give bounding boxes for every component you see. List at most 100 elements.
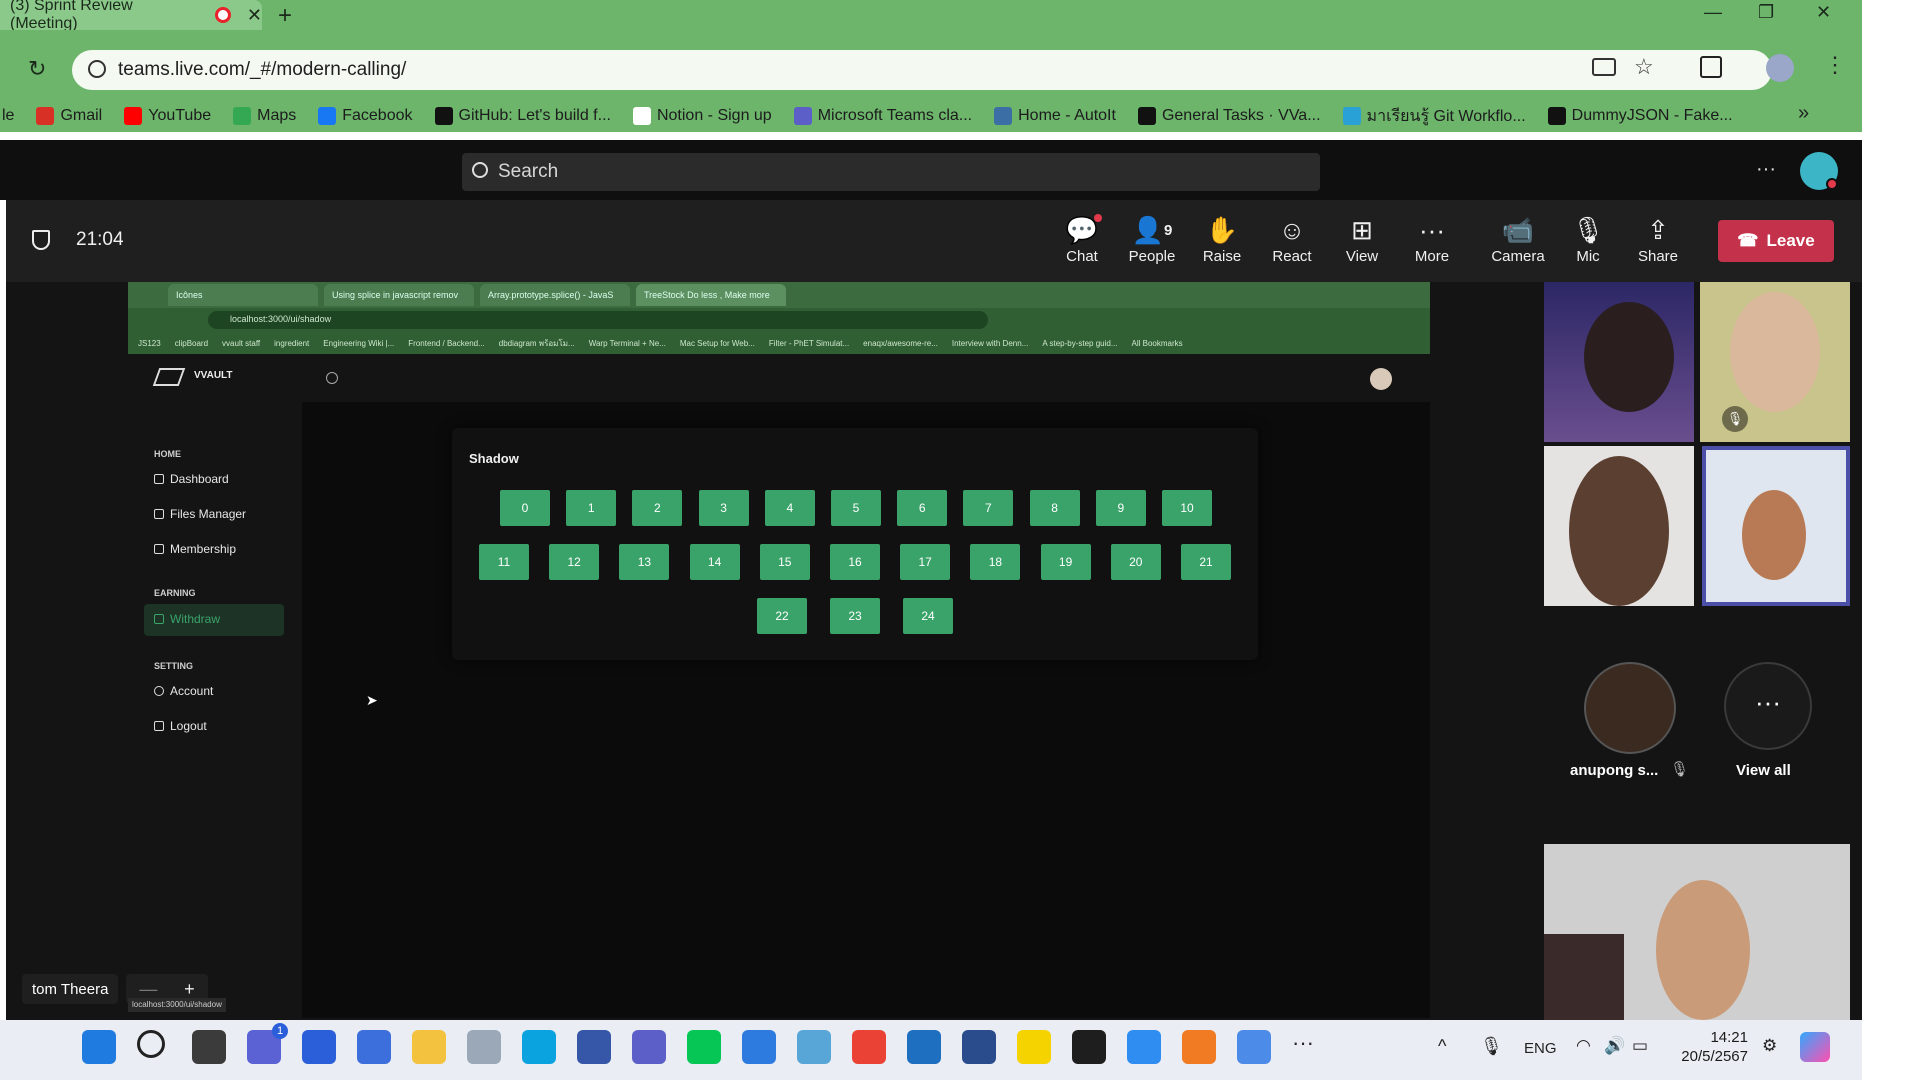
bookmark-item[interactable]: Microsoft Teams cla... (793, 107, 972, 125)
app-icon[interactable] (1182, 1030, 1216, 1064)
bookmark-item[interactable]: Maps (233, 107, 296, 125)
bookmark-item[interactable]: Notion - Sign up (632, 107, 772, 125)
control-react[interactable]: ☺ React (1260, 212, 1324, 276)
zoom-in-button[interactable]: + (184, 979, 195, 1000)
terminal-icon[interactable] (577, 1030, 611, 1064)
bookmark-item[interactable]: Facebook (318, 107, 413, 125)
bookmark-item[interactable]: GitHub: Let's build f... (434, 107, 611, 125)
bookmark-star-icon[interactable]: ☆ (1634, 54, 1654, 80)
battery-icon[interactable]: ▭ (1632, 1036, 1648, 1056)
url-text: teams.live.com/_#/modern-calling/ (118, 59, 407, 80)
app-avatar[interactable] (1370, 368, 1392, 390)
xcode-icon[interactable] (1017, 1030, 1051, 1064)
clock-time: 14:21 (1710, 1029, 1748, 1046)
status-dot-icon (1826, 178, 1838, 190)
line-icon[interactable] (687, 1030, 721, 1064)
minimize-icon[interactable]: — (1704, 2, 1722, 23)
presenter-label: tom Theera (22, 974, 119, 1004)
restore-icon[interactable]: ❐ (1758, 2, 1774, 23)
shadow-box: 2 (632, 490, 683, 526)
more-apps-icon[interactable]: ··· (1292, 1030, 1326, 1064)
bookmark-item[interactable]: General Tasks · VVa... (1137, 107, 1321, 125)
control-people[interactable]: 👤 9 People (1120, 212, 1184, 276)
participant-tile-2[interactable]: 🎙 (1700, 282, 1850, 442)
user-avatar[interactable] (1800, 152, 1838, 190)
bookmark-item[interactable]: Home - AutoIt (994, 107, 1116, 125)
camera-app-icon[interactable] (467, 1030, 501, 1064)
windows-start-icon[interactable] (82, 1030, 116, 1064)
taskbar-search-icon[interactable] (137, 1030, 165, 1058)
tray-chevron-icon[interactable]: ^ (1438, 1036, 1446, 1057)
close-tab-icon[interactable]: ✕ (247, 5, 262, 26)
control-raise[interactable]: ✋ Raise (1190, 212, 1254, 276)
edge-icon[interactable] (522, 1030, 556, 1064)
participant-name: anupong s... (1570, 762, 1659, 779)
file-explorer-icon[interactable] (412, 1030, 446, 1064)
search-input[interactable]: Search (462, 153, 1320, 191)
close-window-icon[interactable]: ✕ (1816, 2, 1831, 23)
browser-menu-icon[interactable]: ⋮ (1824, 52, 1846, 78)
sidebar-item-logout[interactable]: Logout (154, 719, 207, 733)
participant-video-frame (1706, 450, 1846, 602)
site-info-icon[interactable] (88, 60, 106, 78)
control-more[interactable]: ··· More (1400, 212, 1464, 276)
remote-desktop-icon[interactable] (962, 1030, 996, 1064)
chrome-icon[interactable] (852, 1030, 886, 1064)
camera-in-use-icon[interactable] (1592, 58, 1616, 76)
control-camera[interactable]: 📹 Camera (1486, 212, 1550, 276)
tab-sprint-review[interactable]: (3) Sprint Review (Meeting) ✕ (0, 0, 262, 32)
chrome-profile-icon[interactable] (1237, 1030, 1271, 1064)
search-icon (472, 162, 488, 178)
task-view-icon[interactable] (192, 1030, 226, 1064)
store-icon[interactable] (302, 1030, 336, 1064)
participant-avatar[interactable] (1584, 662, 1676, 754)
zoom-out-button[interactable]: — (139, 979, 157, 1000)
sidebar-item-withdraw[interactable]: Withdraw (154, 612, 220, 626)
teams-more-icon[interactable]: ··· (1756, 158, 1776, 181)
bookmark-item[interactable]: มาเรียนรู้ Git Workflo... (1342, 104, 1526, 129)
participant-tile-4[interactable] (1702, 446, 1850, 606)
paint-icon[interactable] (797, 1030, 831, 1064)
wifi-icon[interactable]: ◠ (1576, 1036, 1591, 1056)
shared-tab: Array.prototype.splice() - JavaS (480, 284, 630, 306)
shadow-box: 20 (1110, 544, 1161, 580)
system-clock[interactable]: 14:21 20/5/2567 (1676, 1028, 1748, 1066)
profile-avatar[interactable] (1766, 54, 1794, 82)
address-bar[interactable]: teams.live.com/_#/modern-calling/ ☆ (72, 50, 1772, 90)
control-chat[interactable]: 💬 Chat (1050, 212, 1114, 276)
notepad-icon[interactable] (742, 1030, 776, 1064)
bookmark-item[interactable]: YouTube (124, 107, 211, 125)
copilot-icon[interactable] (1800, 1032, 1830, 1062)
shadow-box: 22 (757, 598, 807, 634)
winword-icon[interactable] (357, 1030, 391, 1064)
bookmark-item[interactable]: le (2, 107, 14, 125)
sidebar-item-account[interactable]: Account (154, 684, 213, 698)
microphone-icon[interactable]: 🎙 (1480, 1036, 1503, 1057)
extensions-icon[interactable] (1700, 56, 1722, 78)
bookmark-item[interactable]: Gmail (36, 107, 102, 125)
sidebar-item-files[interactable]: Files Manager (154, 507, 246, 521)
participant-tile-1[interactable] (1544, 282, 1694, 442)
self-video-tile[interactable] (1544, 844, 1850, 1020)
leave-button[interactable]: ☎ Leave (1718, 220, 1834, 262)
sidebar-item-dashboard[interactable]: Dashboard (154, 472, 229, 486)
teams-icon[interactable] (632, 1030, 666, 1064)
figma-icon[interactable] (1072, 1030, 1106, 1064)
new-tab-button[interactable]: + (278, 2, 292, 30)
control-mic[interactable]: 🎙 Mic (1556, 212, 1620, 276)
notifications-icon[interactable]: ⚙ (1762, 1036, 1777, 1056)
theme-icon[interactable] (326, 372, 338, 384)
vscode-icon[interactable] (907, 1030, 941, 1064)
sidebar-item-membership[interactable]: Membership (154, 542, 236, 556)
language-indicator[interactable]: ENG (1524, 1040, 1557, 1057)
shadow-box: 5 (831, 490, 881, 526)
bookmark-item[interactable]: DummyJSON - Fake... (1547, 107, 1733, 125)
volume-icon[interactable]: 🔊 (1604, 1036, 1625, 1056)
control-share[interactable]: ⇪ Share (1626, 212, 1690, 276)
control-view[interactable]: ⊞ View (1330, 212, 1394, 276)
reload-icon[interactable]: ↻ (28, 56, 46, 82)
bookmarks-overflow-icon[interactable]: » (1798, 102, 1809, 125)
autoit-icon[interactable] (1127, 1030, 1161, 1064)
view-all-button[interactable]: ··· (1724, 662, 1812, 750)
participant-tile-3[interactable] (1544, 446, 1694, 606)
